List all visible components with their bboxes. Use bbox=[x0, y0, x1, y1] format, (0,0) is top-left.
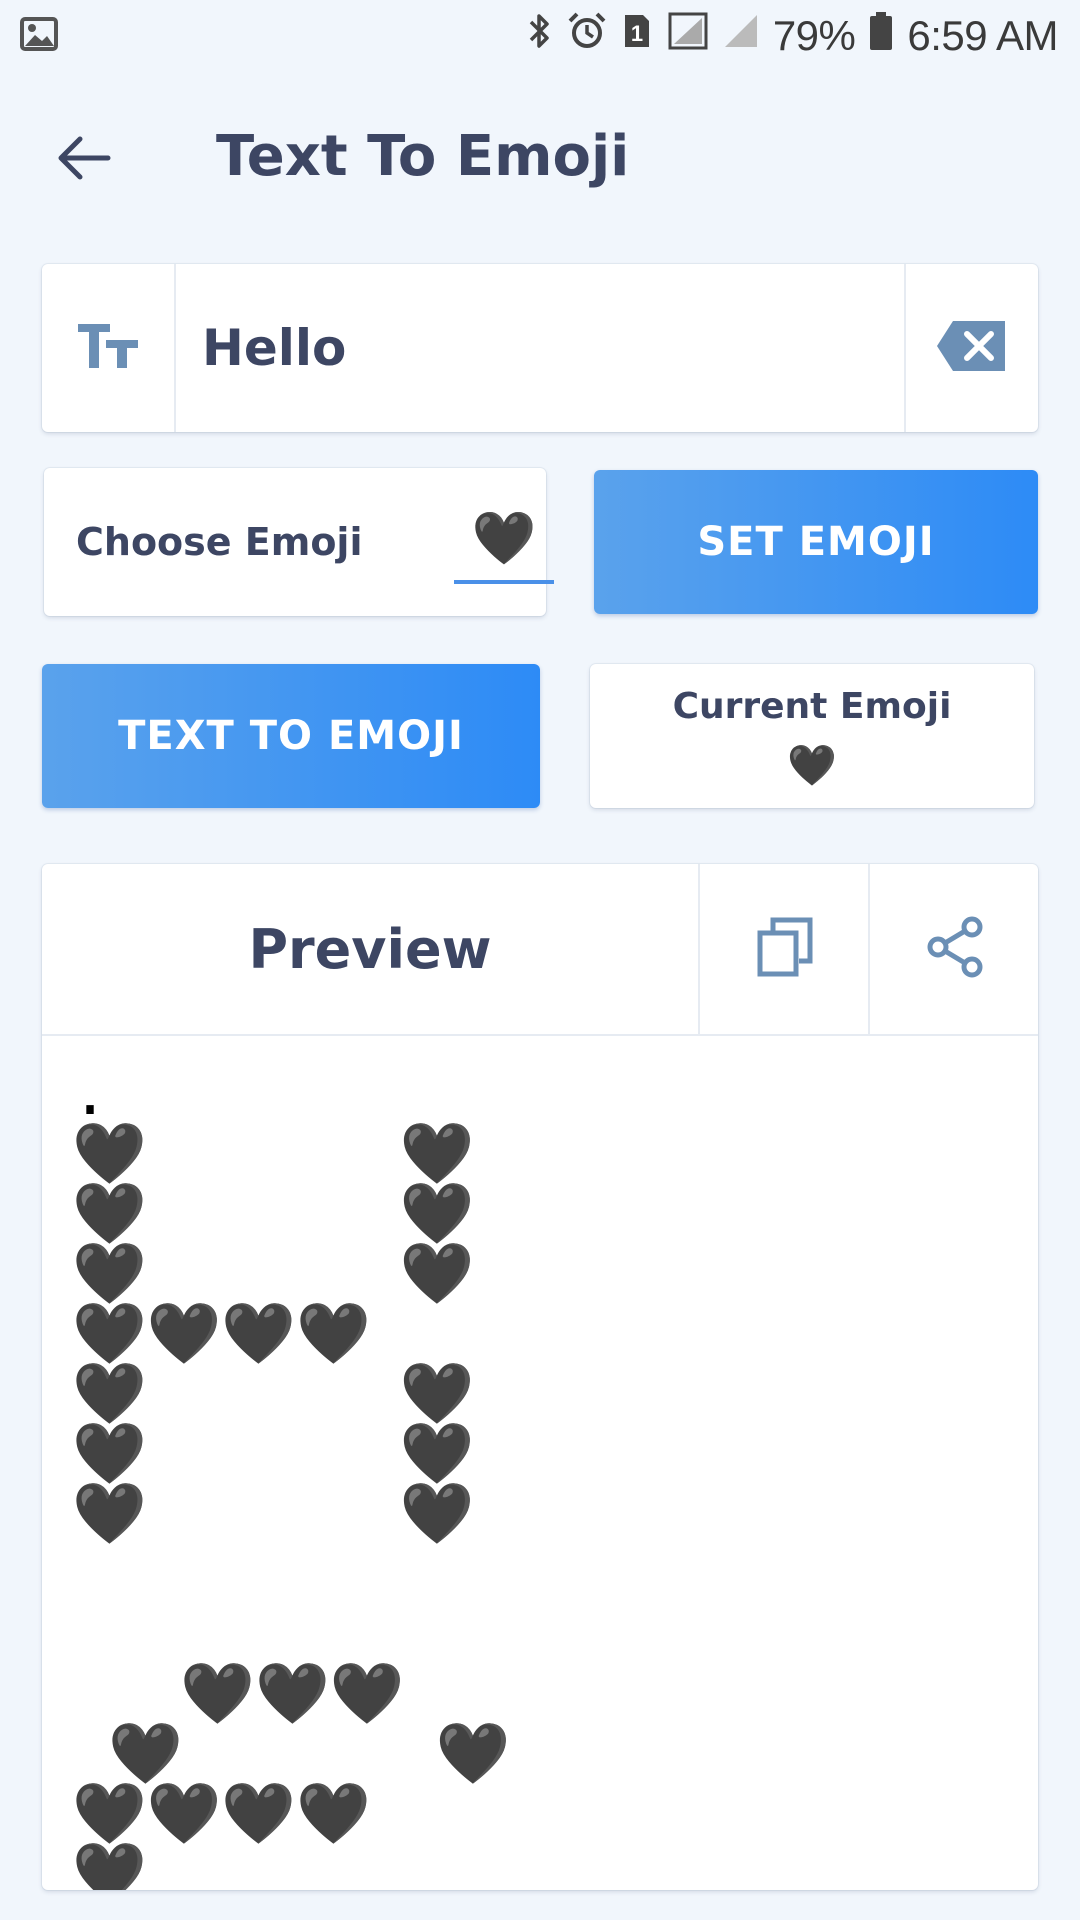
text-input-card: Hello bbox=[42, 264, 1038, 432]
choose-emoji-card: Choose Emoji 🖤 bbox=[44, 468, 554, 616]
text-input-field[interactable]: Hello bbox=[202, 264, 346, 432]
alarm-icon bbox=[567, 11, 607, 61]
preview-card: Preview . 🖤 🖤 🖤 🖤 🖤 🖤 🖤🖤🖤🖤 🖤 🖤 🖤 🖤 🖤 🖤 🖤… bbox=[42, 864, 1038, 1890]
current-emoji-label: Current Emoji bbox=[672, 686, 952, 727]
page-title: Text To Emoji bbox=[216, 124, 630, 189]
preview-title: Preview bbox=[248, 917, 492, 981]
copy-icon[interactable] bbox=[757, 917, 813, 981]
current-emoji-value: 🖤 bbox=[787, 743, 837, 789]
current-emoji-card: Current Emoji 🖤 bbox=[590, 664, 1034, 808]
signal-icon bbox=[723, 13, 759, 59]
back-button[interactable] bbox=[52, 128, 116, 192]
copy-button[interactable] bbox=[698, 864, 870, 1034]
selected-emoji[interactable]: 🖤 bbox=[472, 508, 537, 569]
bluetooth-icon bbox=[527, 11, 553, 61]
signal-empty-icon bbox=[667, 11, 709, 61]
arrow-left-icon[interactable] bbox=[56, 134, 112, 186]
backspace-clear-icon[interactable] bbox=[935, 319, 1009, 377]
set-emoji-button[interactable]: SET EMOJI bbox=[594, 470, 1038, 614]
text-to-emoji-button[interactable]: TEXT TO EMOJI bbox=[42, 664, 540, 808]
clock: 6:59 AM bbox=[907, 12, 1058, 59]
status-bar: 1 79% 6:59 AM bbox=[0, 0, 1080, 72]
choose-emoji-label: Choose Emoji bbox=[76, 520, 363, 564]
image-icon bbox=[20, 17, 58, 55]
share-button[interactable] bbox=[868, 864, 1038, 1034]
emoji-dropdown[interactable]: 🖤 bbox=[454, 496, 554, 584]
sim-badge: 1 bbox=[631, 21, 643, 46]
text-size-icon bbox=[76, 320, 140, 376]
share-icon[interactable] bbox=[926, 916, 984, 982]
emoji-dropdown-underline bbox=[454, 580, 554, 584]
battery-icon bbox=[869, 11, 893, 61]
preview-header: Preview bbox=[42, 864, 1038, 1036]
preview-output: . 🖤 🖤 🖤 🖤 🖤 🖤 🖤🖤🖤🖤 🖤 🖤 🖤 🖤 🖤 🖤 🖤🖤🖤 🖤 🖤 🖤… bbox=[72, 1059, 511, 1890]
app-header: Text To Emoji bbox=[0, 100, 1080, 230]
text-size-cell bbox=[42, 264, 176, 432]
clear-text-button[interactable] bbox=[904, 264, 1038, 432]
sim-icon: 1 bbox=[621, 11, 653, 61]
battery-percent: 79% bbox=[772, 12, 856, 59]
